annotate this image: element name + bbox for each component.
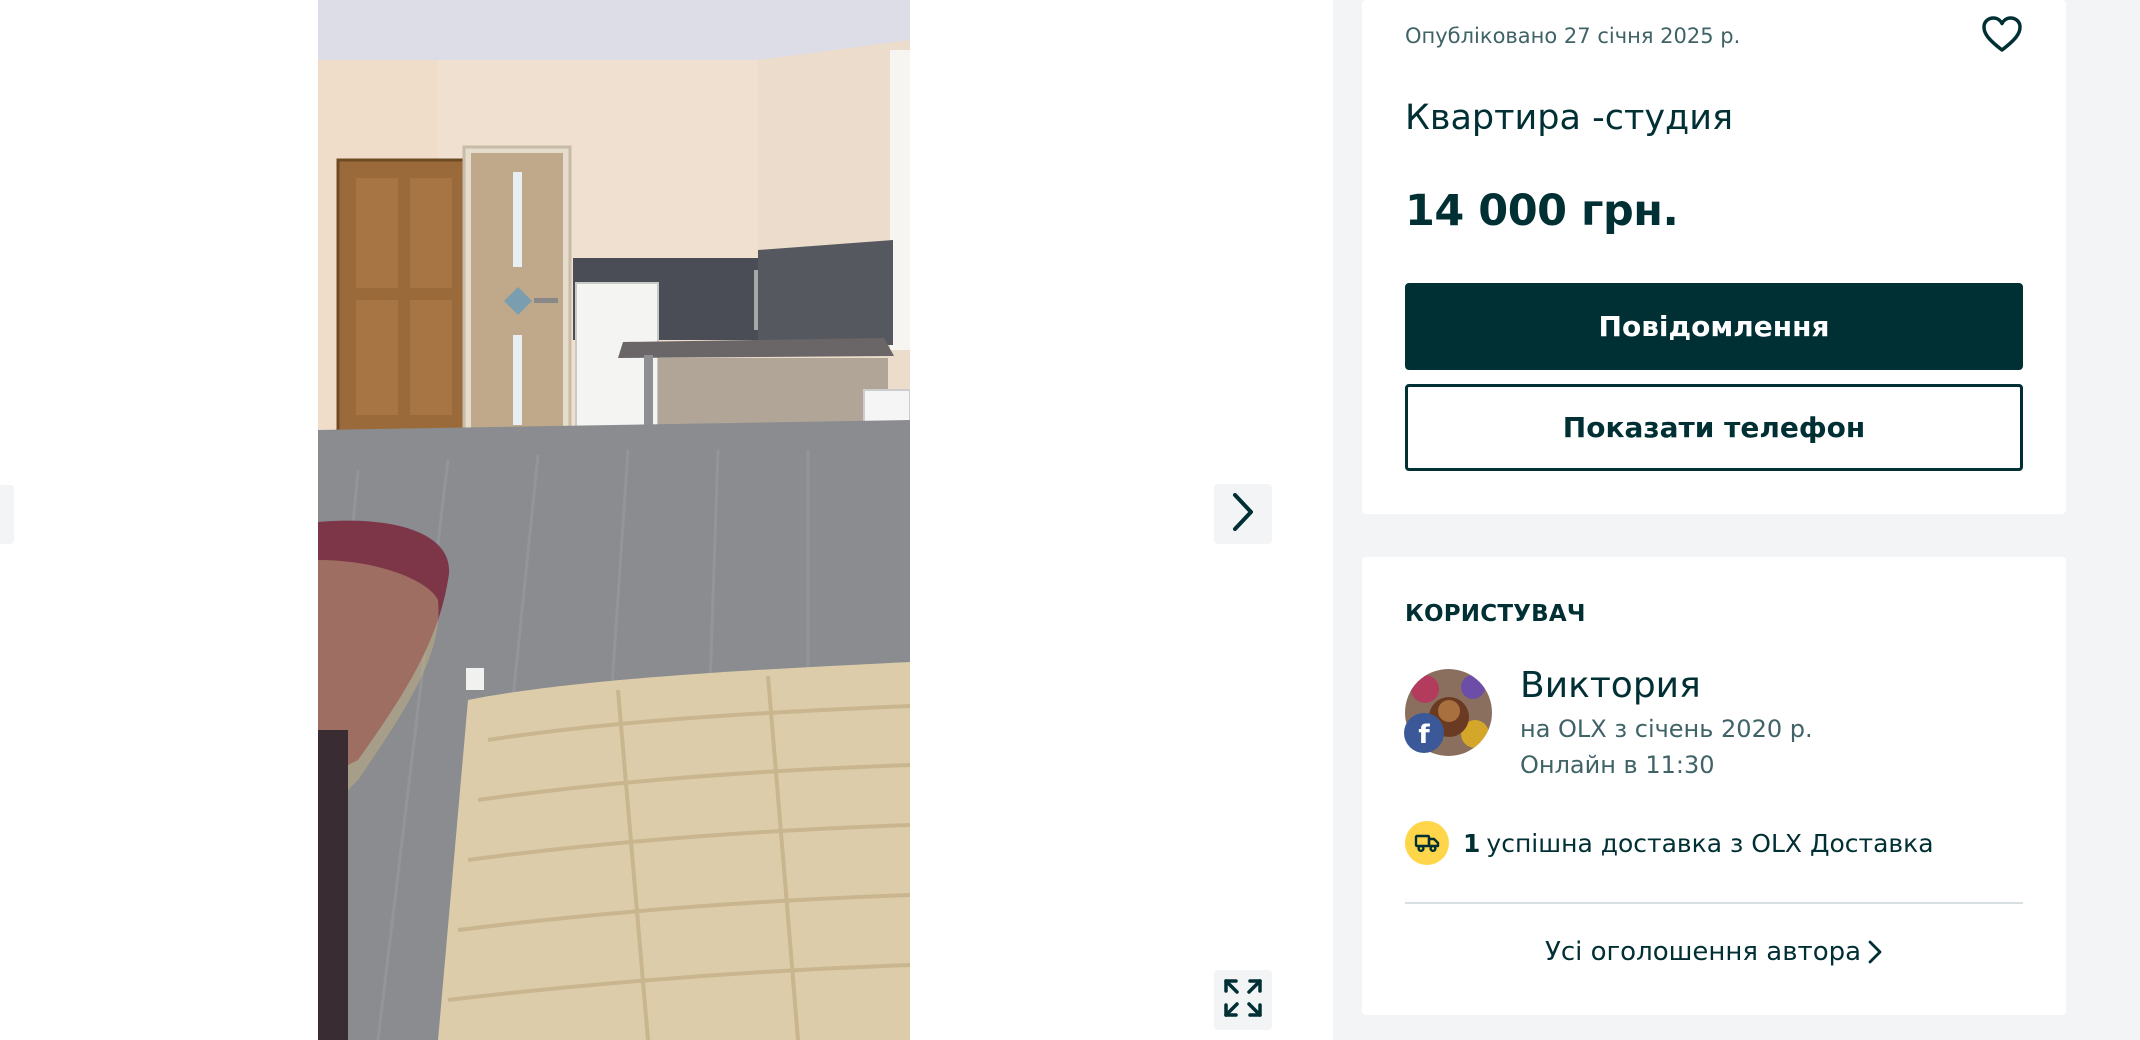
user-last-online: Онлайн в 11:30 [1520, 751, 1715, 779]
delivery-label: успішна доставка з OLX Доставка [1486, 828, 1934, 858]
favorite-button[interactable] [1980, 14, 2024, 58]
avatar[interactable]: f [1403, 669, 1492, 758]
message-button[interactable]: Повідомлення [1405, 283, 2023, 370]
listing-photo[interactable] [318, 0, 910, 1040]
divider [1405, 902, 2023, 904]
posted-date: Опубліковано 27 січня 2025 р. [1405, 24, 1741, 48]
user-section-heading: КОРИСТУВАЧ [1405, 601, 1586, 627]
gallery-next-button[interactable] [1214, 484, 1272, 544]
gallery-prev-button[interactable] [0, 485, 14, 544]
svg-text:f: f [1418, 720, 1430, 750]
listing-price: 14 000 грн. [1405, 186, 1679, 236]
sidebar: Опубліковано 27 січня 2025 р. Квартира -… [1333, 0, 2140, 1040]
delivery-stat: 1 успішна доставка з OLX Доставка [1405, 821, 1934, 865]
facebook-icon: f [1403, 712, 1445, 758]
listing-title: Квартира -студия [1405, 98, 1734, 138]
offer-card: Опубліковано 27 січня 2025 р. Квартира -… [1362, 0, 2066, 514]
all-ads-label: Усі оголошення автора [1544, 937, 1862, 967]
expand-fullscreen-icon [1222, 977, 1264, 1023]
user-card: КОРИСТУВАЧ f Виктория на OLX з січень 20… [1362, 557, 2066, 1015]
chevron-right-icon [1867, 939, 1883, 965]
gallery-fullscreen-button[interactable] [1214, 970, 1272, 1030]
delivery-text: 1 успішна доставка з OLX Доставка [1463, 829, 1934, 858]
delivery-count: 1 [1463, 828, 1481, 858]
chevron-right-icon [1230, 491, 1256, 537]
show-phone-button[interactable]: Показати телефон [1405, 384, 2023, 471]
user-member-since: на OLX з січень 2020 р. [1520, 715, 1813, 743]
page: Опубліковано 27 січня 2025 р. Квартира -… [0, 0, 2140, 1040]
all-author-ads-link[interactable]: Усі оголошення автора [1362, 937, 2066, 967]
photo-gallery [0, 0, 1333, 1040]
user-name[interactable]: Виктория [1520, 665, 1701, 706]
delivery-truck-icon [1405, 821, 1449, 865]
heart-outline-icon [1981, 15, 2023, 57]
